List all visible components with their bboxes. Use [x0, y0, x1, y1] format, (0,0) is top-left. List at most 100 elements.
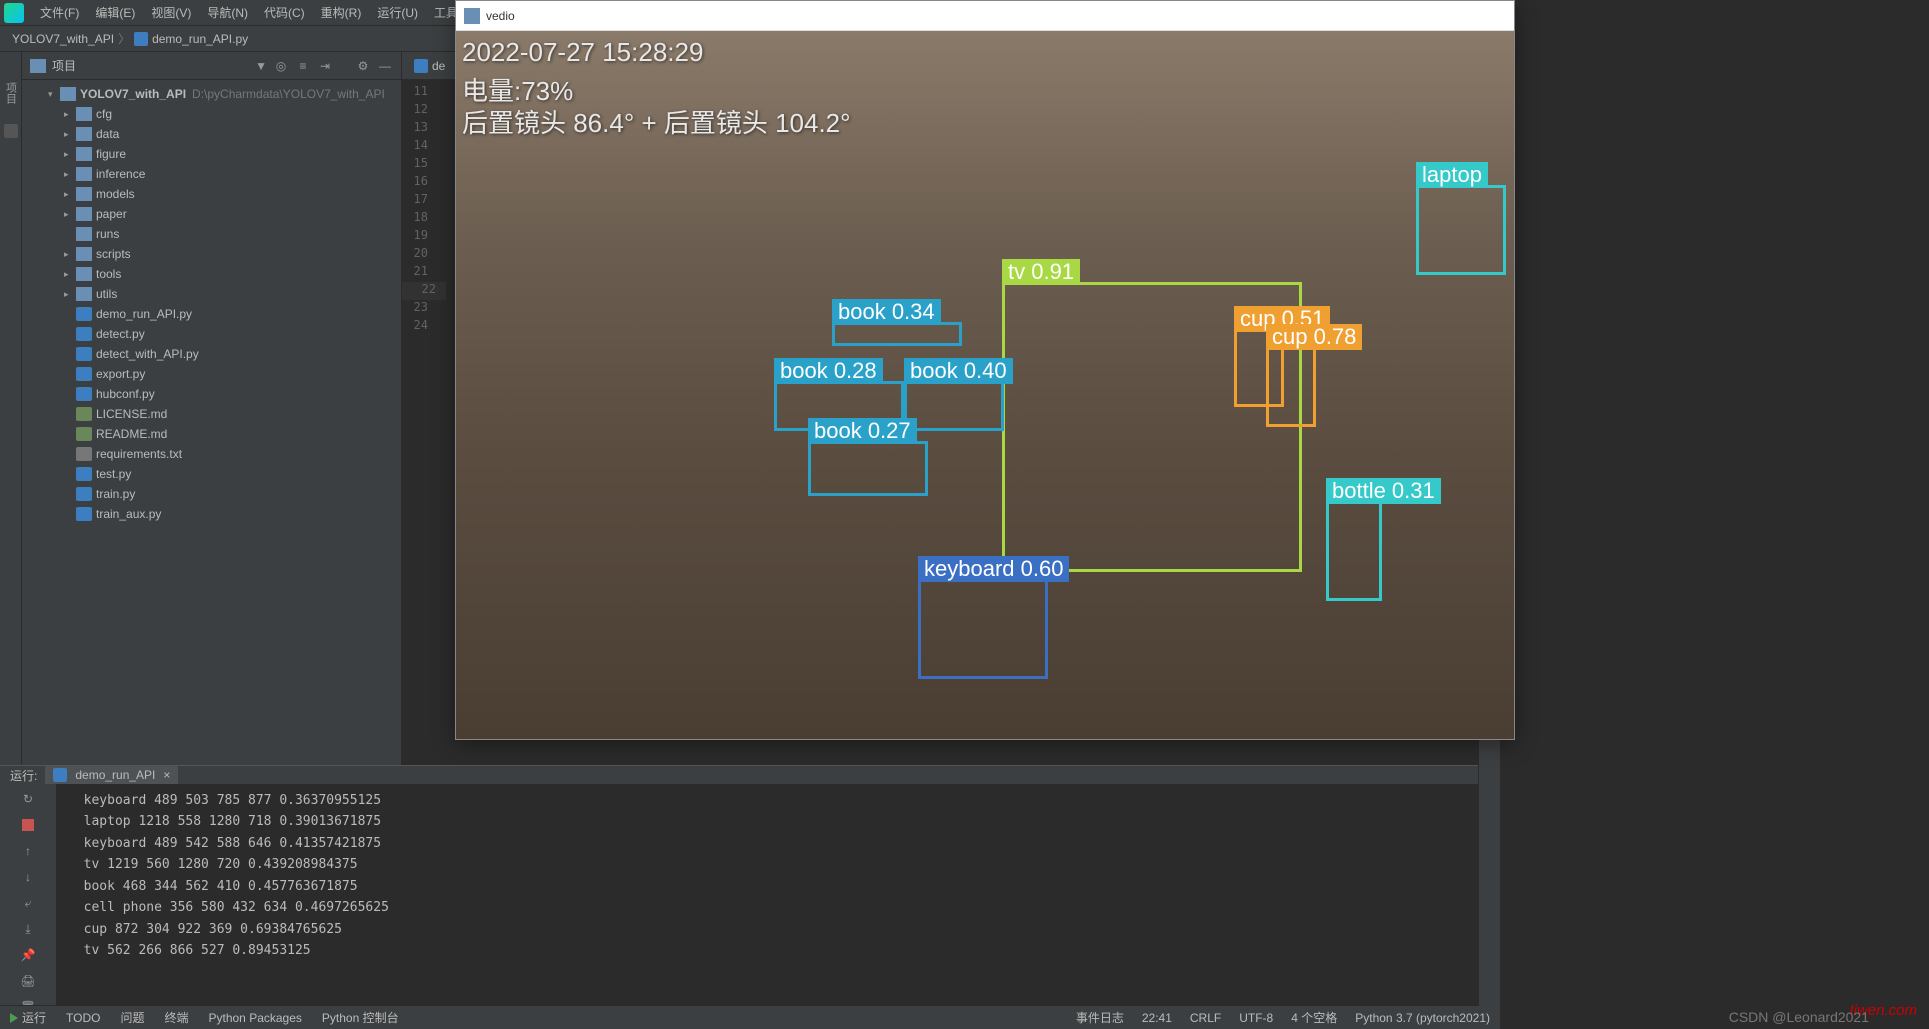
tree-file[interactable]: export.py [22, 364, 401, 384]
expand-icon[interactable]: ≡ [295, 58, 311, 74]
statusbar-item[interactable]: 事件日志 [1076, 1009, 1124, 1026]
chevron-right-icon[interactable]: ▸ [64, 109, 76, 120]
detection-box: bottle 0.31 [1326, 501, 1382, 601]
up-button[interactable]: ↑ [19, 842, 37, 860]
tree-folder[interactable]: ▸paper [22, 204, 401, 224]
tree-file[interactable]: train_aux.py [22, 504, 401, 524]
line-number[interactable]: 22 [402, 282, 446, 300]
chevron-right-icon[interactable]: ▸ [64, 209, 76, 220]
chevron-right-icon: 〉 [118, 30, 130, 47]
tree-file[interactable]: detect.py [22, 324, 401, 344]
tree-folder[interactable]: ▸ tools [22, 264, 401, 284]
tree-folder[interactable]: ▸ cfg [22, 104, 401, 124]
gutter-project-tab[interactable]: 项目 [3, 82, 19, 104]
statusbar-item[interactable]: 问题 [120, 1009, 144, 1026]
tree-item-label: cfg [96, 107, 112, 121]
chevron-right-icon[interactable]: ▸ [64, 129, 76, 140]
tree-file[interactable]: requirements.txt [22, 444, 401, 464]
tree-file[interactable]: README.md [22, 424, 401, 444]
video-window[interactable]: vedio 2022-07-27 15:28:29 电量:73% 后置镜头 86… [455, 0, 1515, 740]
line-number[interactable]: 14 [402, 138, 438, 156]
tree-item-label: tools [96, 267, 121, 281]
line-number[interactable]: 23 [402, 300, 438, 318]
line-number[interactable]: 12 [402, 102, 438, 120]
statusbar-item[interactable]: CRLF [1190, 1011, 1221, 1025]
line-number[interactable]: 18 [402, 210, 438, 228]
line-number[interactable]: 17 [402, 192, 438, 210]
wrap-button[interactable]: ⤶ [19, 894, 37, 912]
down-button[interactable]: ↓ [19, 868, 37, 886]
statusbar-item[interactable]: UTF-8 [1239, 1011, 1273, 1025]
tree-folder[interactable]: ▸scripts [22, 244, 401, 264]
menu-item[interactable]: 重构(R) [313, 1, 370, 24]
run-output[interactable]: keyboard 489 503 785 877 0.36370955125 l… [56, 784, 1500, 1022]
project-header-label[interactable]: 项目 [52, 57, 249, 74]
line-number[interactable]: 13 [402, 120, 438, 138]
line-number[interactable]: 11 [402, 84, 438, 102]
statusbar-item[interactable]: 运行 [10, 1009, 46, 1026]
menu-item[interactable]: 文件(F) [32, 1, 87, 24]
chevron-right-icon[interactable]: ▸ [64, 289, 76, 300]
breadcrumb-file[interactable]: demo_run_API.py [152, 32, 248, 46]
line-number[interactable]: 15 [402, 156, 438, 174]
statusbar-item[interactable]: 4 个空格 [1291, 1009, 1337, 1026]
line-number[interactable]: 19 [402, 228, 438, 246]
tree-folder[interactable]: ▸inference [22, 164, 401, 184]
chevron-right-icon[interactable]: ▸ [64, 249, 76, 260]
print-button[interactable]: 🖨 [19, 972, 37, 990]
chevron-right-icon[interactable]: ▸ [64, 169, 76, 180]
chevron-right-icon[interactable]: ▸ [64, 269, 76, 280]
pin-button[interactable]: 📌 [19, 946, 37, 964]
scroll-button[interactable]: ⤓ [19, 920, 37, 938]
close-icon[interactable]: × [163, 768, 170, 782]
tree-file[interactable]: LICENSE.md [22, 404, 401, 424]
detection-label: book 0.28 [774, 358, 883, 384]
chevron-right-icon[interactable]: ▸ [64, 149, 76, 160]
tree-root[interactable]: ▾ YOLOV7_with_API D:\pyCharmdata\YOLOV7_… [22, 84, 401, 104]
statusbar-item[interactable]: Python Packages [209, 1011, 302, 1025]
menu-item[interactable]: 代码(C) [256, 1, 313, 24]
folder-icon [76, 187, 92, 201]
line-number[interactable]: 20 [402, 246, 438, 264]
line-number[interactable]: 24 [402, 318, 438, 336]
target-icon[interactable]: ◎ [273, 58, 289, 74]
collapse-icon[interactable]: ⇥ [317, 58, 333, 74]
tree-folder[interactable]: ▸data [22, 124, 401, 144]
minimize-icon[interactable]: — [377, 58, 393, 74]
breadcrumb-root[interactable]: YOLOV7_with_API [12, 32, 114, 46]
statusbar-item[interactable]: Python 3.7 (pytorch2021) [1355, 1011, 1490, 1025]
tree-item-label: utils [96, 287, 117, 301]
tree-file[interactable]: hubconf.py [22, 384, 401, 404]
menu-item[interactable]: 编辑(E) [87, 1, 143, 24]
chevron-down-icon[interactable]: ▾ [48, 89, 60, 100]
video-window-titlebar[interactable]: vedio [456, 1, 1514, 31]
project-tree[interactable]: ▾ YOLOV7_with_API D:\pyCharmdata\YOLOV7_… [22, 80, 401, 765]
menu-item[interactable]: 视图(V) [143, 1, 199, 24]
py-file-icon [76, 387, 92, 401]
line-number[interactable]: 21 [402, 264, 438, 282]
tree-folder[interactable]: ▸ models [22, 184, 401, 204]
tree-folder[interactable]: ▸figure [22, 144, 401, 164]
tree-folder[interactable]: ▸ utils [22, 284, 401, 304]
tree-folder[interactable]: runs [22, 224, 401, 244]
rerun-button[interactable]: ↻ [19, 790, 37, 808]
gear-icon[interactable]: ⚙ [355, 58, 371, 74]
line-number[interactable]: 16 [402, 174, 438, 192]
editor-tab[interactable]: de [408, 52, 451, 79]
statusbar-item[interactable]: TODO [66, 1011, 100, 1025]
menu-item[interactable]: 导航(N) [199, 1, 256, 24]
statusbar-item[interactable]: 终端 [164, 1009, 188, 1026]
chevron-right-icon[interactable]: ▸ [64, 189, 76, 200]
statusbar-item[interactable]: Python 控制台 [322, 1009, 399, 1026]
tree-file[interactable]: train.py [22, 484, 401, 504]
run-tab[interactable]: demo_run_API × [45, 766, 178, 784]
tree-item-label: models [96, 187, 135, 201]
tree-file[interactable]: detect_with_API.py [22, 344, 401, 364]
tree-file[interactable]: demo_run_API.py [22, 304, 401, 324]
folder-icon[interactable] [4, 124, 18, 138]
chevron-down-icon[interactable]: ▼ [255, 59, 267, 73]
statusbar-item[interactable]: 22:41 [1142, 1011, 1172, 1025]
tree-file[interactable]: test.py [22, 464, 401, 484]
stop-button[interactable] [19, 816, 37, 834]
menu-item[interactable]: 运行(U) [369, 1, 426, 24]
